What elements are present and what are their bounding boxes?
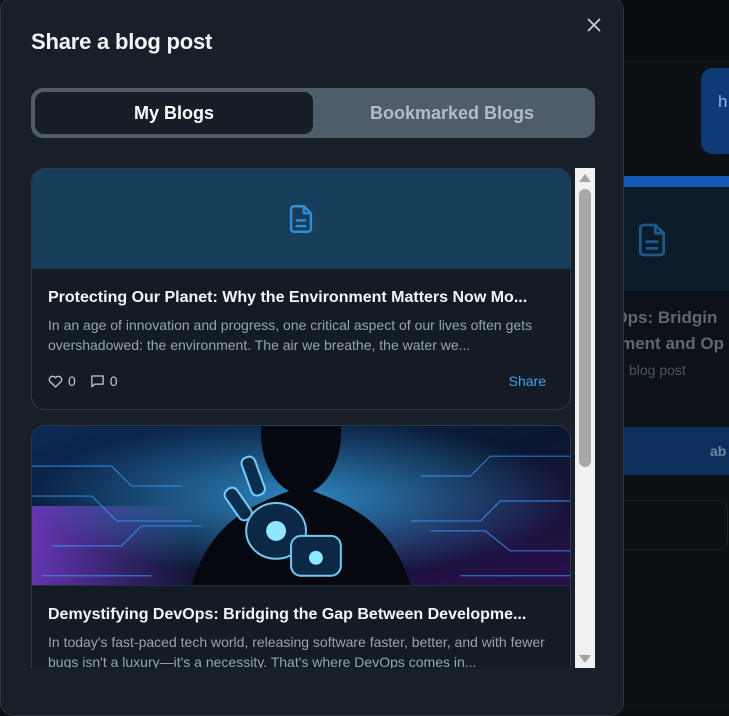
close-button[interactable] — [583, 14, 605, 36]
scroll-thumb[interactable] — [579, 189, 591, 467]
scrollbar[interactable] — [575, 168, 595, 668]
heart-icon — [48, 375, 63, 388]
blog-card: Protecting Our Planet: Why the Environme… — [31, 168, 571, 410]
tab-bookmarked-blogs[interactable]: Bookmarked Blogs — [313, 92, 591, 134]
background-card-subtitle: blog post — [629, 362, 686, 378]
likes-count: 0 — [68, 373, 76, 389]
share-link[interactable]: Share — [509, 373, 546, 389]
blog-list[interactable]: Protecting Our Planet: Why the Environme… — [31, 168, 571, 668]
scroll-up-arrow-icon[interactable] — [579, 174, 591, 182]
tab-my-blogs[interactable]: My Blogs — [35, 92, 313, 134]
share-blog-modal: Share a blog post My Blogs Bookmarked Bl… — [0, 0, 624, 716]
blog-card-media — [32, 169, 570, 269]
document-icon — [289, 204, 313, 233]
comments-stat[interactable]: 0 — [90, 373, 118, 389]
modal-title: Share a blog post — [31, 29, 213, 54]
blog-card-excerpt: In today's fast-paced tech world, releas… — [48, 634, 545, 668]
close-icon — [587, 18, 601, 32]
cyber-robot-hand-image — [32, 426, 570, 585]
blog-card-excerpt: In an age of innovation and progress, on… — [48, 317, 533, 353]
blog-card-title: Protecting Our Planet: Why the Environme… — [48, 289, 528, 306]
scroll-down-arrow-icon[interactable] — [579, 655, 591, 663]
comments-count: 0 — [109, 373, 118, 389]
blog-card-title: Demystifying DevOps: Bridging the Gap Be… — [48, 606, 527, 623]
likes-stat[interactable]: 0 — [48, 373, 76, 389]
tab-switcher: My Blogs Bookmarked Blogs — [31, 88, 595, 138]
document-icon — [638, 223, 666, 257]
blog-card-image — [32, 426, 570, 586]
comment-icon — [91, 375, 104, 388]
blog-card: Demystifying DevOps: Bridging the Gap Be… — [31, 425, 571, 668]
background-chip: h — [701, 68, 729, 154]
blog-card-footer: 0 0 Share — [48, 373, 546, 389]
